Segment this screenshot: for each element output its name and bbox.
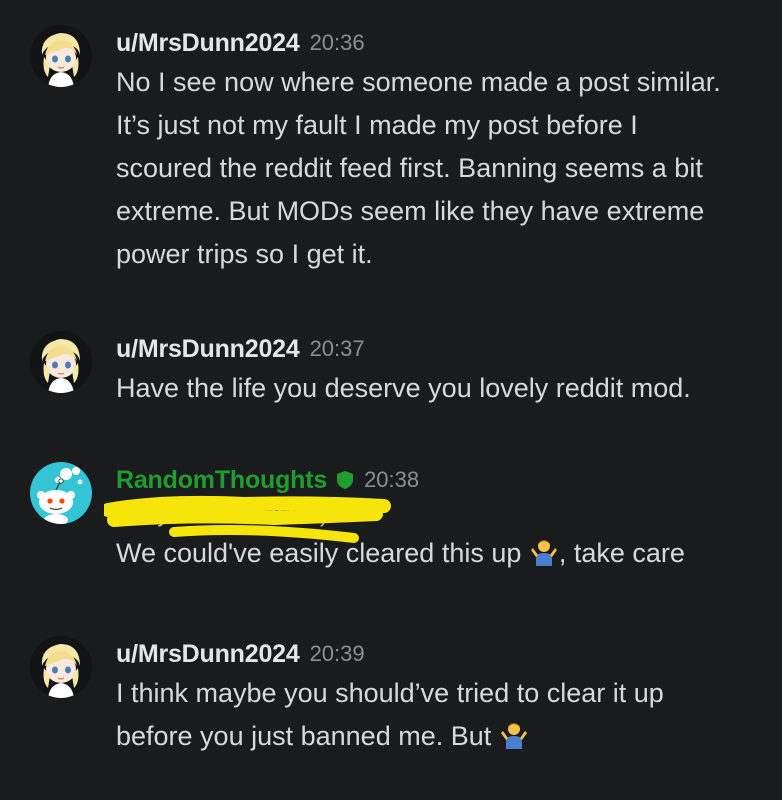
message-content: u/MrsDunn2024 20:39 I think maybe you sh… xyxy=(116,636,760,758)
message-text: I think maybe you should’ve tried to cle… xyxy=(116,672,716,758)
person-shrugging-emoji-icon xyxy=(529,536,559,566)
timestamp: 20:36 xyxy=(309,30,365,55)
user-avatar[interactable] xyxy=(30,331,92,393)
username[interactable]: u/MrsDunn2024 xyxy=(116,335,300,364)
message-content: RandomThoughts 20:38 (Only visible to mo… xyxy=(104,462,760,575)
mod-only-note: (Only visible to mods) xyxy=(104,495,760,543)
message-thread: u/MrsDunn2024 20:36 No I see now where s… xyxy=(0,0,782,800)
user-avatar[interactable] xyxy=(30,636,92,698)
shield-icon xyxy=(336,470,354,490)
message-text: No I see now where someone made a post s… xyxy=(116,67,721,269)
message-header: u/MrsDunn2024 20:36 xyxy=(116,25,760,61)
message-text-part: , take care xyxy=(558,538,685,568)
anime-girl-avatar-icon xyxy=(30,636,92,698)
message-content: u/MrsDunn2024 20:37 Have the life you de… xyxy=(116,331,760,410)
username[interactable]: u/MrsDunn2024 xyxy=(116,640,300,669)
username[interactable]: u/MrsDunn2024 xyxy=(116,29,300,58)
person-shrugging-emoji-icon xyxy=(499,719,529,749)
redaction-scribble xyxy=(104,495,391,543)
timestamp: 20:38 xyxy=(364,467,420,492)
timestamp: 20:37 xyxy=(309,336,365,361)
message-content: u/MrsDunn2024 20:36 No I see now where s… xyxy=(116,25,760,276)
reddit-snoo-thinking-avatar-icon xyxy=(30,462,92,524)
mod-avatar[interactable] xyxy=(30,462,92,524)
message-header: u/MrsDunn2024 20:37 xyxy=(116,331,760,367)
anime-girl-avatar-icon xyxy=(30,25,92,87)
anime-girl-avatar-icon xyxy=(30,331,92,393)
message-header: u/MrsDunn2024 20:39 xyxy=(116,636,760,672)
mod-username[interactable]: RandomThoughts xyxy=(116,466,327,495)
timestamp: 20:39 xyxy=(309,641,365,666)
message-text: Have the life you deserve you lovely red… xyxy=(116,373,691,403)
user-avatar[interactable] xyxy=(30,25,92,87)
message-text-part: I think maybe you should’ve tried to cle… xyxy=(116,678,664,751)
